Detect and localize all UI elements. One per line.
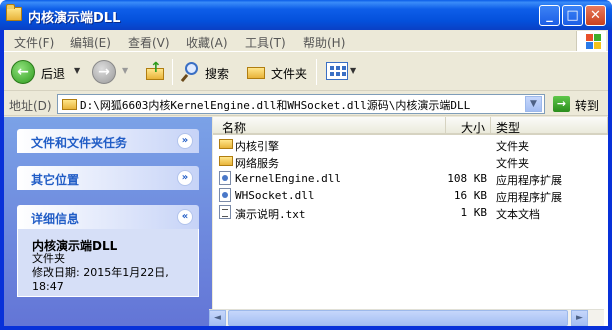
panel-header[interactable]: 文件和文件夹任务 » — [17, 129, 199, 153]
list-item[interactable]: WHSocket.dll 16 KB 应用程序扩展 — [213, 187, 608, 204]
collapse-chevron-icon[interactable]: « — [177, 209, 193, 225]
detail-modified-date: 修改日期: 2015年1月22日, 18:47 — [32, 266, 169, 293]
folder-icon — [6, 4, 22, 21]
search-icon[interactable] — [180, 61, 203, 83]
file-name[interactable]: WHSocket.dll — [235, 189, 314, 202]
column-header-label: 大小 — [460, 121, 485, 135]
window-client-area: 文件(F) 编辑(E) 查看(V) 收藏(A) 工具(T) 帮助(H) ← 后退… — [4, 30, 608, 326]
folder-up-icon[interactable]: ↑ — [144, 60, 166, 82]
horizontal-scrollbar[interactable]: ◄ ► — [209, 309, 604, 326]
details-body: 内核演示端DLL 文件夹 修改日期: 2015年1月22日, 18:47 — [17, 229, 199, 297]
file-list[interactable]: 名称 大小 类型 内核引擎 文件夹 网络服务 文件夹 KernelEngine.… — [213, 117, 608, 326]
file-type: 应用程序扩展 — [496, 191, 562, 204]
standard-toolbar: ← 后退 ▼ → ▼ ↑ 搜索 文件夹 ▼ — [4, 53, 608, 91]
explorer-window: 内核演示端DLL _ □ ✕ 文件(F) 编辑(E) 查看(V) 收藏(A) 工… — [0, 0, 612, 330]
file-name[interactable]: KernelEngine.dll — [235, 172, 341, 185]
list-item[interactable]: 网络服务 文件夹 — [213, 153, 608, 170]
dll-file-icon — [219, 171, 231, 185]
menu-bar: 文件(F) 编辑(E) 查看(V) 收藏(A) 工具(T) 帮助(H) — [4, 30, 608, 52]
panel-header[interactable]: 其它位置 » — [17, 166, 199, 190]
file-size: 1 KB — [460, 206, 488, 219]
minimize-button[interactable]: _ — [539, 5, 560, 26]
menu-edit[interactable]: 编辑(E) — [70, 34, 111, 51]
file-tasks-panel[interactable]: 文件和文件夹任务 » — [17, 129, 199, 153]
back-button-label[interactable]: 后退 — [41, 65, 65, 82]
window-title: 内核演示端DLL — [28, 11, 121, 26]
list-item[interactable]: 内核引擎 文件夹 — [213, 136, 608, 153]
text-file-icon — [219, 205, 231, 219]
panel-title[interactable]: 文件和文件夹任务 — [31, 134, 127, 151]
address-dropdown-icon[interactable]: ▼ — [525, 96, 542, 112]
menu-view[interactable]: 查看(V) — [128, 34, 170, 51]
toolbar-separator — [316, 59, 317, 85]
menu-tools[interactable]: 工具(T) — [245, 34, 286, 51]
forward-arrow-icon[interactable]: → — [92, 60, 116, 84]
go-button-label[interactable]: 转到 — [575, 97, 599, 114]
scroll-right-icon[interactable]: ► — [571, 310, 588, 326]
search-button-label[interactable]: 搜索 — [205, 65, 229, 82]
task-pane: 文件和文件夹任务 » 其它位置 » 详细信息 « 内核演示端DLL 文件夹 修改… — [4, 117, 212, 326]
panel-header[interactable]: 详细信息 « — [17, 205, 199, 229]
close-button[interactable]: ✕ — [585, 5, 606, 26]
other-places-panel[interactable]: 其它位置 » — [17, 166, 199, 190]
file-size: 16 KB — [453, 189, 487, 202]
column-header-type[interactable]: 类型 — [491, 117, 608, 135]
file-name[interactable]: 网络服务 — [235, 155, 279, 171]
menu-favorites[interactable]: 收藏(A) — [186, 34, 228, 51]
dll-file-icon — [219, 188, 231, 202]
scroll-left-icon[interactable]: ◄ — [209, 310, 226, 326]
views-icon[interactable] — [326, 62, 348, 80]
file-type: 文件夹 — [496, 140, 529, 153]
list-item[interactable]: KernelEngine.dll 108 KB 应用程序扩展 — [213, 170, 608, 187]
expand-chevron-icon[interactable]: » — [177, 170, 193, 186]
file-name[interactable]: 内核引擎 — [235, 138, 279, 154]
title-bar[interactable]: 内核演示端DLL _ □ ✕ — [0, 0, 612, 30]
back-arrow-icon[interactable]: ← — [11, 60, 35, 84]
column-header-name[interactable]: 名称 — [213, 117, 446, 135]
menu-file[interactable]: 文件(F) — [14, 34, 54, 51]
back-dropdown-icon[interactable]: ▼ — [74, 66, 80, 75]
forward-dropdown-icon[interactable]: ▼ — [122, 66, 128, 75]
views-dropdown-icon[interactable]: ▼ — [350, 66, 356, 75]
panel-title[interactable]: 详细信息 — [31, 210, 79, 227]
address-field[interactable]: D:\网狐6603内核KernelEngine.dll和WHSocket.dll… — [57, 94, 545, 114]
folder-icon — [219, 139, 233, 149]
toolbar-separator — [172, 59, 173, 85]
scroll-thumb[interactable] — [228, 310, 568, 326]
address-bar: 地址(D) D:\网狐6603内核KernelEngine.dll和WHSock… — [4, 92, 608, 116]
panel-title[interactable]: 其它位置 — [31, 171, 79, 188]
file-name[interactable]: 演示说明.txt — [235, 206, 306, 222]
column-header-label: 名称 — [222, 121, 247, 135]
folders-icon[interactable] — [245, 62, 267, 80]
file-type: 文件夹 — [496, 157, 529, 170]
windows-logo-icon — [576, 31, 606, 51]
maximize-button[interactable]: □ — [562, 5, 583, 26]
address-label: 地址(D) — [9, 99, 52, 113]
details-panel[interactable]: 详细信息 « 内核演示端DLL 文件夹 修改日期: 2015年1月22日, 18… — [17, 205, 199, 297]
column-header-size[interactable]: 大小 — [446, 117, 491, 135]
detail-type: 文件夹 — [32, 252, 65, 265]
file-size: 108 KB — [447, 172, 487, 185]
expand-chevron-icon[interactable]: » — [177, 133, 193, 149]
folders-button-label[interactable]: 文件夹 — [271, 65, 307, 82]
list-item[interactable]: 演示说明.txt 1 KB 文本文档 — [213, 204, 608, 221]
column-header-label: 类型 — [496, 121, 521, 135]
go-arrow-icon[interactable]: → — [553, 96, 570, 112]
file-type: 文本文档 — [496, 208, 540, 221]
file-type: 应用程序扩展 — [496, 174, 562, 187]
folder-icon — [219, 156, 233, 166]
folder-icon — [62, 99, 77, 110]
address-path[interactable]: D:\网狐6603内核KernelEngine.dll和WHSocket.dll… — [80, 97, 470, 113]
menu-help[interactable]: 帮助(H) — [303, 34, 345, 51]
